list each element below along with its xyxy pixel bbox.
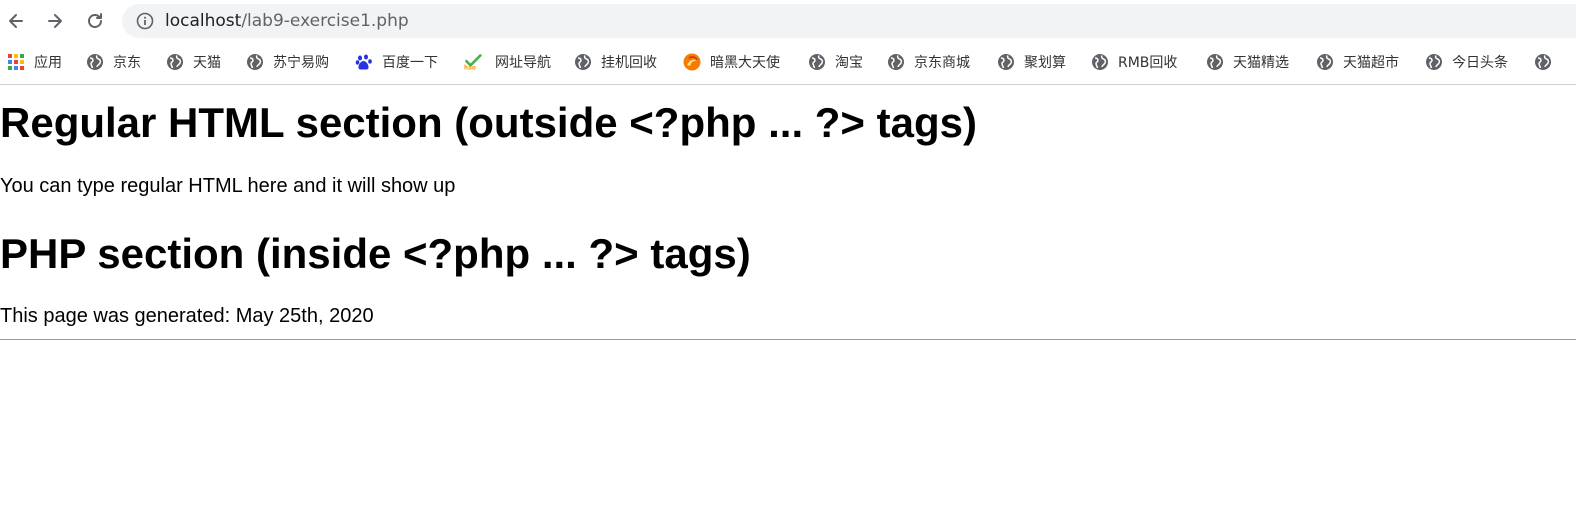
bookmark-label: 今日头条 — [1452, 55, 1508, 71]
globe-icon — [1091, 53, 1109, 71]
globe-icon — [1534, 53, 1552, 71]
bookmark-label: 暗黑大天使 — [710, 55, 780, 71]
bookmark-label: 挂机回收 — [601, 55, 657, 71]
paragraph-generated-date: This page was generated: May 25th, 2020 — [0, 305, 374, 327]
url-path: /lab9-exercise1.php — [241, 11, 409, 31]
bookmark-label: 应用 — [34, 55, 62, 71]
bookmark-label: 京东商城 — [914, 55, 970, 71]
arrow-left-icon — [9, 14, 23, 28]
bookmark-item[interactable]: 苏宁易购 — [246, 52, 329, 72]
bookmark-label: RMB回收 — [1118, 55, 1178, 71]
hao-check-icon: hao — [464, 53, 486, 71]
info-icon[interactable] — [136, 12, 154, 30]
url-host: localhost — [165, 11, 242, 31]
bookmarks-bar: 应用 京东 天猫 苏宁易购 百度一下 hao 网址导航 挂机回收 暗黑大天使 淘宝 京东商城 聚划算 R… — [0, 44, 1576, 80]
bookmark-label: 淘宝 — [835, 55, 863, 71]
apps-grid-icon — [7, 53, 25, 71]
browser-chrome: localhost/lab9-exercise1.php 应用 京东 天猫 苏宁易购 百… — [0, 0, 1576, 85]
globe-icon — [1425, 53, 1443, 71]
url-text[interactable]: localhost/lab9-exercise1.php — [165, 11, 409, 31]
back-button[interactable] — [2, 7, 30, 35]
globe-icon — [1206, 53, 1224, 71]
svg-text:hao: hao — [464, 65, 476, 71]
browser-toolbar: localhost/lab9-exercise1.php — [0, 0, 1576, 42]
globe-icon — [997, 53, 1015, 71]
bookmark-label: 聚划算 — [1024, 55, 1066, 71]
globe-icon — [86, 53, 104, 71]
horizontal-rule — [0, 339, 1576, 340]
bookmark-item[interactable]: RMB回收 — [1091, 52, 1177, 72]
bookmark-item-overflow[interactable] — [1534, 52, 1561, 72]
globe-icon — [808, 53, 826, 71]
forward-button[interactable] — [41, 7, 69, 35]
bookmark-item[interactable]: hao 网址导航 — [464, 52, 551, 72]
globe-icon — [166, 53, 184, 71]
reload-icon — [88, 13, 102, 28]
bookmark-label: 天猫精选 — [1233, 55, 1289, 71]
bookmark-item[interactable]: 京东 — [86, 52, 141, 72]
bookmark-label: 百度一下 — [382, 55, 438, 71]
paragraph-html: You can type regular HTML here and it wi… — [0, 175, 456, 197]
bookmark-item[interactable]: 聚划算 — [997, 52, 1066, 72]
bookmark-item[interactable]: 暗黑大天使 — [683, 52, 780, 72]
bookmark-label: 网址导航 — [495, 55, 551, 71]
globe-icon — [246, 53, 264, 71]
bookmark-item[interactable]: 今日头条 — [1425, 52, 1508, 72]
bookmark-item[interactable]: 天猫超市 — [1316, 52, 1399, 72]
bookmark-label: 天猫超市 — [1343, 55, 1399, 71]
globe-icon — [887, 53, 905, 71]
arrow-right-icon — [48, 14, 62, 28]
bookmark-item[interactable]: 挂机回收 — [574, 52, 657, 72]
baidu-paw-icon — [355, 53, 373, 71]
bookmark-item[interactable]: 天猫精选 — [1206, 52, 1289, 72]
bookmark-item[interactable]: 京东商城 — [887, 52, 970, 72]
globe-icon — [574, 53, 592, 71]
bookmark-label: 京东 — [113, 55, 141, 71]
globe-icon — [1316, 53, 1334, 71]
bookmark-item[interactable]: 天猫 — [166, 52, 221, 72]
address-bar[interactable]: localhost/lab9-exercise1.php — [122, 4, 1576, 38]
bookmark-item[interactable]: 应用 — [7, 52, 62, 72]
bookmark-label: 苏宁易购 — [273, 55, 329, 71]
reload-button[interactable] — [81, 7, 109, 35]
bookmark-item[interactable]: 百度一下 — [355, 52, 438, 72]
section-heading-html: Regular HTML section (outside <?php ... … — [0, 99, 977, 146]
orange-swirl-icon — [683, 53, 701, 71]
bookmark-item[interactable]: 淘宝 — [808, 52, 863, 72]
bookmark-label: 天猫 — [193, 55, 221, 71]
section-heading-php: PHP section (inside <?php ... ?> tags) — [0, 230, 751, 277]
